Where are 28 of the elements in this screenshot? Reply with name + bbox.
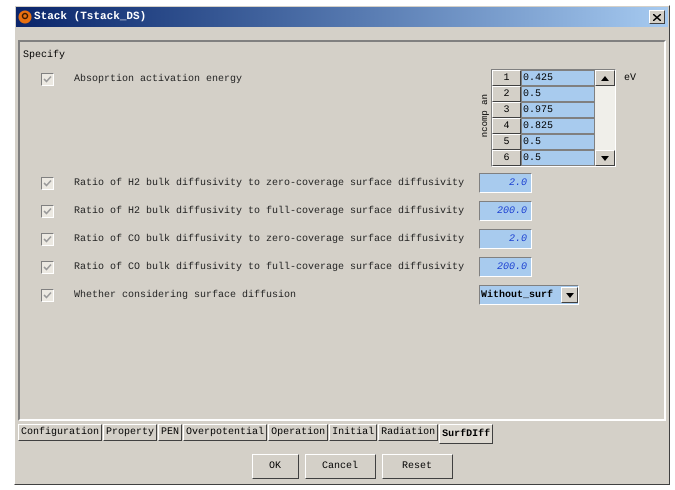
unit-label: eV: [624, 72, 636, 86]
app-logo-icon: [18, 10, 32, 24]
close-icon: [653, 14, 661, 20]
parameter-label: Ratio of H2 bulk diffusivity to full-coverage surface diffusivity: [74, 204, 466, 219]
parameter-label: Ratio of CO bulk diffusivity to full-coverage surface diffusivity: [74, 260, 466, 275]
scroll-down-icon[interactable]: [595, 150, 615, 166]
tab[interactable]: Initial: [329, 424, 378, 441]
scroll-up-icon[interactable]: [595, 70, 615, 86]
tab[interactable]: Overpotential: [183, 424, 268, 441]
parameter-label: Ratio of H2 bulk diffusivity to zero-coverage surface diffusivity: [74, 176, 466, 191]
dialog-button[interactable]: OK: [252, 454, 298, 479]
axis-label: ncomp an: [481, 94, 490, 138]
tab[interactable]: Configuration: [18, 424, 102, 441]
close-button[interactable]: [649, 10, 665, 24]
tab[interactable]: Radiation: [378, 424, 438, 441]
window-title: Stack (Tstack_DS): [34, 10, 148, 25]
tab[interactable]: PEN: [158, 424, 182, 441]
tab[interactable]: Operation: [268, 424, 328, 441]
dialog-button[interactable]: Cancel: [304, 454, 376, 479]
parameter-label: Whether considering surface diffusion: [74, 288, 298, 303]
section-title: Specify: [23, 48, 66, 63]
scrollbar[interactable]: [595, 70, 615, 166]
parameter-label: Ratio of CO bulk diffusivity to zero-coverage surface diffusivity: [74, 232, 466, 247]
parameter-label: Absoprtion activation energy: [74, 72, 244, 87]
caret-icon: [561, 287, 578, 303]
tab[interactable]: SurfDIff: [439, 424, 494, 444]
tab[interactable]: Property: [103, 424, 158, 441]
dialog-button[interactable]: Reset: [382, 454, 452, 479]
